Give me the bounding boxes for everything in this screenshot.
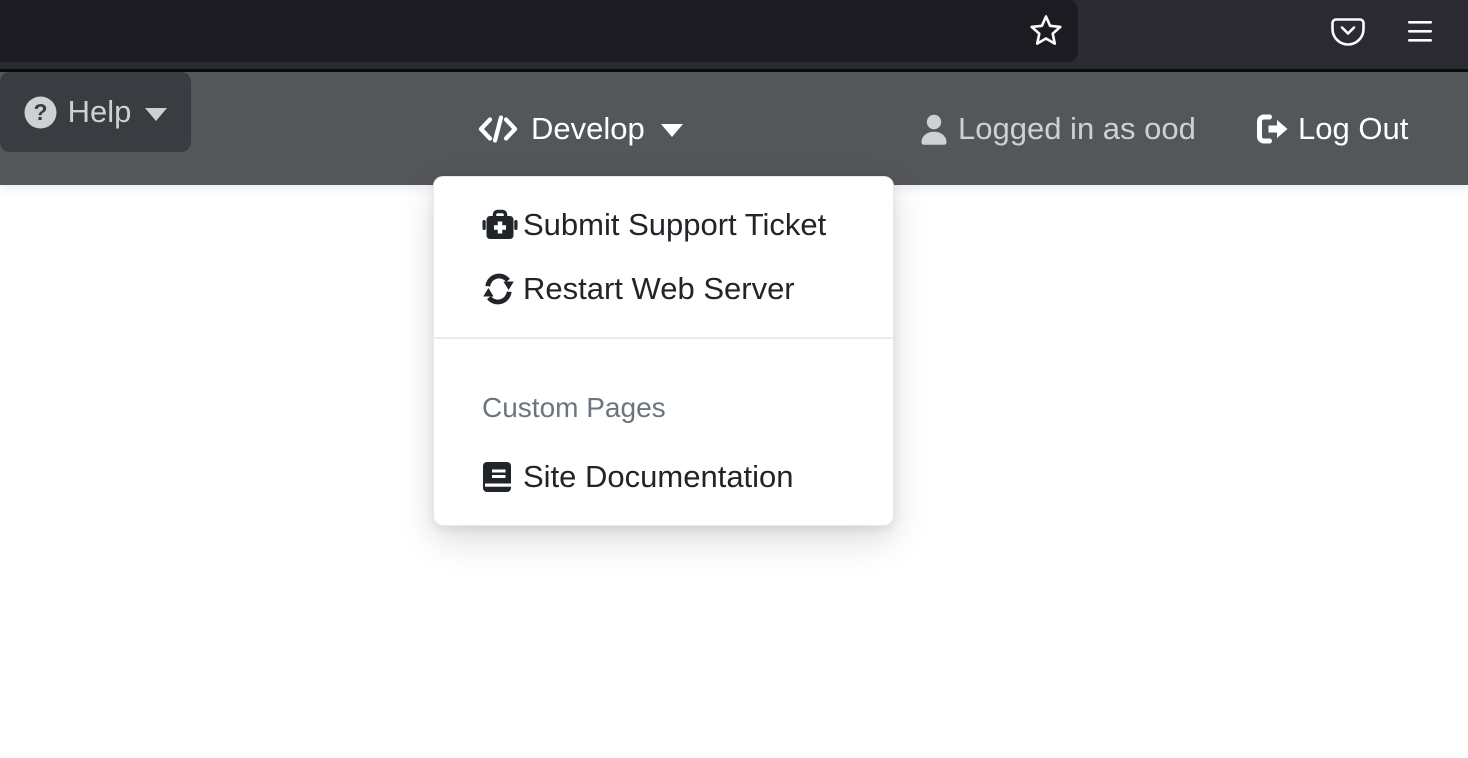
screen: Develop ? Help Logged in as ood (0, 0, 1468, 758)
sign-out-icon (1255, 113, 1289, 145)
browser-toolbar (0, 0, 1468, 72)
pocket-icon[interactable] (1331, 15, 1365, 47)
help-menu-toggle[interactable]: ? Help (0, 72, 191, 152)
chevron-down-icon (145, 108, 167, 121)
develop-menu-toggle[interactable]: Develop (478, 72, 683, 185)
menu-item-site-documentation[interactable]: Site Documentation (434, 445, 893, 509)
code-icon (478, 115, 518, 143)
menu-item-restart-web-server[interactable]: Restart Web Server (434, 257, 893, 321)
menu-item-submit-support-ticket[interactable]: Submit Support Ticket (434, 193, 893, 257)
app-navbar: Develop ? Help Logged in as ood (0, 72, 1468, 185)
menu-section-header: Custom Pages (434, 355, 893, 445)
logged-in-status: Logged in as ood (918, 72, 1196, 185)
chevron-down-icon (661, 124, 683, 137)
medkit-icon (482, 209, 518, 241)
bookmark-star-icon[interactable] (1029, 14, 1063, 48)
menu-icon[interactable] (1408, 19, 1432, 45)
develop-label: Develop (531, 111, 645, 147)
logout-label: Log Out (1298, 111, 1408, 147)
menu-divider (434, 337, 893, 339)
menu-item-label: Submit Support Ticket (523, 207, 826, 243)
address-bar[interactable] (0, 0, 1078, 62)
sync-icon (482, 273, 518, 305)
user-icon (918, 113, 950, 145)
logged-in-label: Logged in as ood (958, 111, 1196, 147)
svg-text:?: ? (33, 99, 47, 125)
menu-item-label: Site Documentation (523, 459, 794, 495)
book-icon (482, 461, 518, 493)
menu-item-label: Restart Web Server (523, 271, 795, 307)
logout-button[interactable]: Log Out (1255, 72, 1408, 185)
question-circle-icon: ? (24, 96, 57, 129)
help-dropdown-menu: Submit Support Ticket Restart Web Server… (433, 176, 894, 526)
help-label: Help (68, 94, 132, 130)
